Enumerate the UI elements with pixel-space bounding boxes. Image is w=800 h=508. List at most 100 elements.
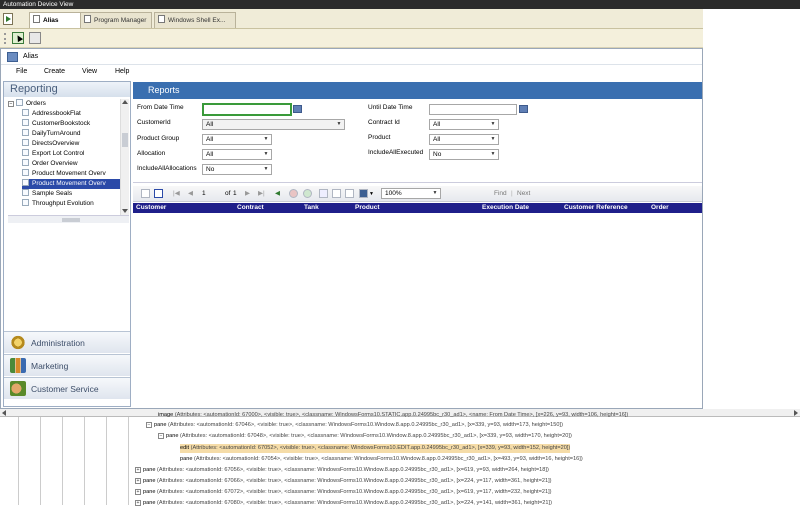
tab-windows-shell[interactable]: Windows Shell Ex... — [154, 12, 236, 28]
tree-item-selected[interactable]: Product Movement Overv — [22, 179, 120, 189]
nav-customer-service[interactable]: Customer Service — [4, 377, 130, 399]
expand-icon[interactable]: + — [135, 467, 141, 473]
tree-vertical-scrollbar[interactable] — [120, 99, 129, 215]
export-dropdown-icon[interactable]: ▼ — [369, 189, 374, 199]
menu-create[interactable]: Create — [44, 68, 65, 75]
inspector-row[interactable]: − pane (Attributes: <automationId: 67048>… — [158, 432, 572, 441]
tab-strip: Alias Program Manager Windows Shell Ex..… — [0, 9, 703, 29]
allocation-select[interactable]: All ▼ — [202, 149, 272, 160]
product-select[interactable]: All ▼ — [429, 134, 499, 145]
from-date-input[interactable] — [202, 103, 292, 116]
include-all-allocations-select[interactable]: No ▼ — [202, 164, 272, 175]
tree-item[interactable]: Throughput Evolution — [22, 199, 94, 209]
page-setup-icon[interactable] — [345, 189, 354, 198]
include-all-executed-select[interactable]: No ▼ — [429, 149, 499, 160]
report-icon — [22, 169, 29, 176]
tree-guide-line — [18, 417, 19, 505]
select-pointer-button[interactable] — [12, 32, 24, 44]
menu-file[interactable]: File — [16, 68, 27, 75]
collapse-icon[interactable]: − — [146, 422, 152, 428]
previous-page-icon[interactable]: ◀ — [188, 189, 193, 199]
next-button[interactable]: Next — [517, 189, 530, 199]
toolbar-separator: | — [511, 190, 513, 197]
inspector-row[interactable]: − pane (Attributes: <automationId: 67046>… — [146, 421, 563, 430]
tree-guide-line — [62, 417, 63, 505]
scroll-thumb[interactable] — [62, 218, 80, 222]
inspector-row[interactable]: image (Attributes: <automationId: 67000>… — [158, 411, 628, 420]
tree-item[interactable]: AddressbookFlat — [22, 109, 81, 119]
param-label-include-all-allocations: IncludeAllAllocations — [137, 165, 197, 172]
column-customer-reference: Customer Reference — [564, 204, 628, 211]
scroll-left-icon[interactable] — [2, 410, 6, 416]
menu-bar: File Create View Help — [1, 66, 702, 80]
rectangle-tool-button[interactable] — [29, 32, 41, 44]
expand-icon[interactable]: + — [135, 500, 141, 506]
document-map-icon[interactable] — [141, 189, 150, 198]
last-page-icon[interactable]: ▶| — [258, 189, 265, 199]
grip-icon — [4, 33, 6, 44]
tree-root-orders[interactable]: − Orders — [8, 99, 46, 109]
nav-marketing[interactable]: Marketing — [4, 354, 130, 376]
app-icon — [7, 52, 18, 62]
collapse-icon[interactable]: − — [8, 101, 14, 107]
window-icon — [158, 15, 165, 23]
refresh-icon[interactable] — [303, 189, 312, 198]
chevron-down-icon: ▼ — [263, 136, 269, 142]
chevron-down-icon: ▼ — [263, 151, 269, 157]
current-page[interactable]: 1 — [202, 189, 206, 199]
inspector-row[interactable]: + pane (Attributes: <automationId: 67080>… — [135, 499, 552, 508]
print-layout-icon[interactable] — [332, 189, 341, 198]
scroll-thumb[interactable] — [122, 133, 128, 147]
tree-guide-line — [40, 417, 41, 505]
report-icon — [22, 139, 29, 146]
export-icon[interactable] — [359, 189, 368, 198]
tree-item[interactable]: Product Movement Overv — [22, 169, 106, 179]
scroll-down-icon[interactable] — [122, 209, 128, 213]
tree-item[interactable]: CustomerBookstock — [22, 119, 90, 129]
report-icon — [22, 189, 29, 196]
find-button[interactable]: Find — [494, 189, 507, 199]
inspector-row[interactable]: + pane (Attributes: <automationId: 67066>… — [135, 477, 552, 486]
app-title-bar: Automation Device View — [0, 0, 800, 9]
menu-help[interactable]: Help — [115, 68, 129, 75]
tree-item[interactable]: Order Overview — [22, 159, 78, 169]
tree-horizontal-scrollbar[interactable] — [8, 215, 129, 223]
hands-icon — [10, 381, 26, 396]
inspector-row[interactable]: + pane (Attributes: <automationId: 67056>… — [135, 466, 549, 475]
stop-icon[interactable] — [289, 189, 298, 198]
of-label: of — [225, 190, 231, 197]
tree-item[interactable]: DailyTurnAround — [22, 129, 81, 139]
next-page-icon[interactable]: ▶ — [245, 189, 250, 199]
calendar-icon[interactable] — [293, 105, 302, 113]
tree-item[interactable]: DirectsOverview — [22, 139, 79, 149]
tab-program-manager[interactable]: Program Manager — [80, 12, 152, 28]
param-label-from-date: From Date Time — [137, 104, 184, 111]
inspector-row[interactable]: pane (Attributes: <automationId: 67054>,… — [180, 455, 583, 464]
total-pages: 1 — [233, 190, 237, 197]
scroll-up-icon[interactable] — [122, 100, 128, 104]
tree-item[interactable]: Export Lot Control — [22, 149, 84, 159]
menu-view[interactable]: View — [82, 68, 97, 75]
scroll-right-icon[interactable] — [794, 410, 798, 416]
param-label-allocation: Allocation — [137, 150, 166, 157]
calendar-icon[interactable] — [519, 105, 528, 113]
expand-icon[interactable]: + — [135, 489, 141, 495]
parameters-toggle-icon[interactable] — [154, 189, 163, 198]
tree-item[interactable]: Sample Seals — [22, 189, 72, 199]
first-page-icon[interactable]: |◀ — [173, 189, 180, 199]
zoom-select[interactable]: 100% ▼ — [381, 188, 441, 199]
product-group-select[interactable]: All ▼ — [202, 134, 272, 145]
inspector-row[interactable]: + pane (Attributes: <automationId: 67072>… — [135, 488, 552, 497]
play-icon[interactable] — [3, 13, 13, 25]
inspector-row-highlighted[interactable]: edit (Attributes: <automationId: 67052>,… — [180, 444, 571, 453]
back-icon[interactable]: ◀ — [275, 189, 280, 199]
app-title: Automation Device View — [3, 1, 74, 8]
customer-id-select[interactable]: All ▼ — [202, 119, 345, 130]
expand-icon[interactable]: + — [135, 478, 141, 484]
until-date-input[interactable] — [429, 104, 517, 115]
nav-administration[interactable]: Administration — [4, 331, 130, 353]
print-icon[interactable] — [319, 189, 328, 198]
collapse-icon[interactable]: − — [158, 433, 164, 439]
report-icon — [22, 109, 29, 116]
contract-id-select[interactable]: All ▼ — [429, 119, 499, 130]
